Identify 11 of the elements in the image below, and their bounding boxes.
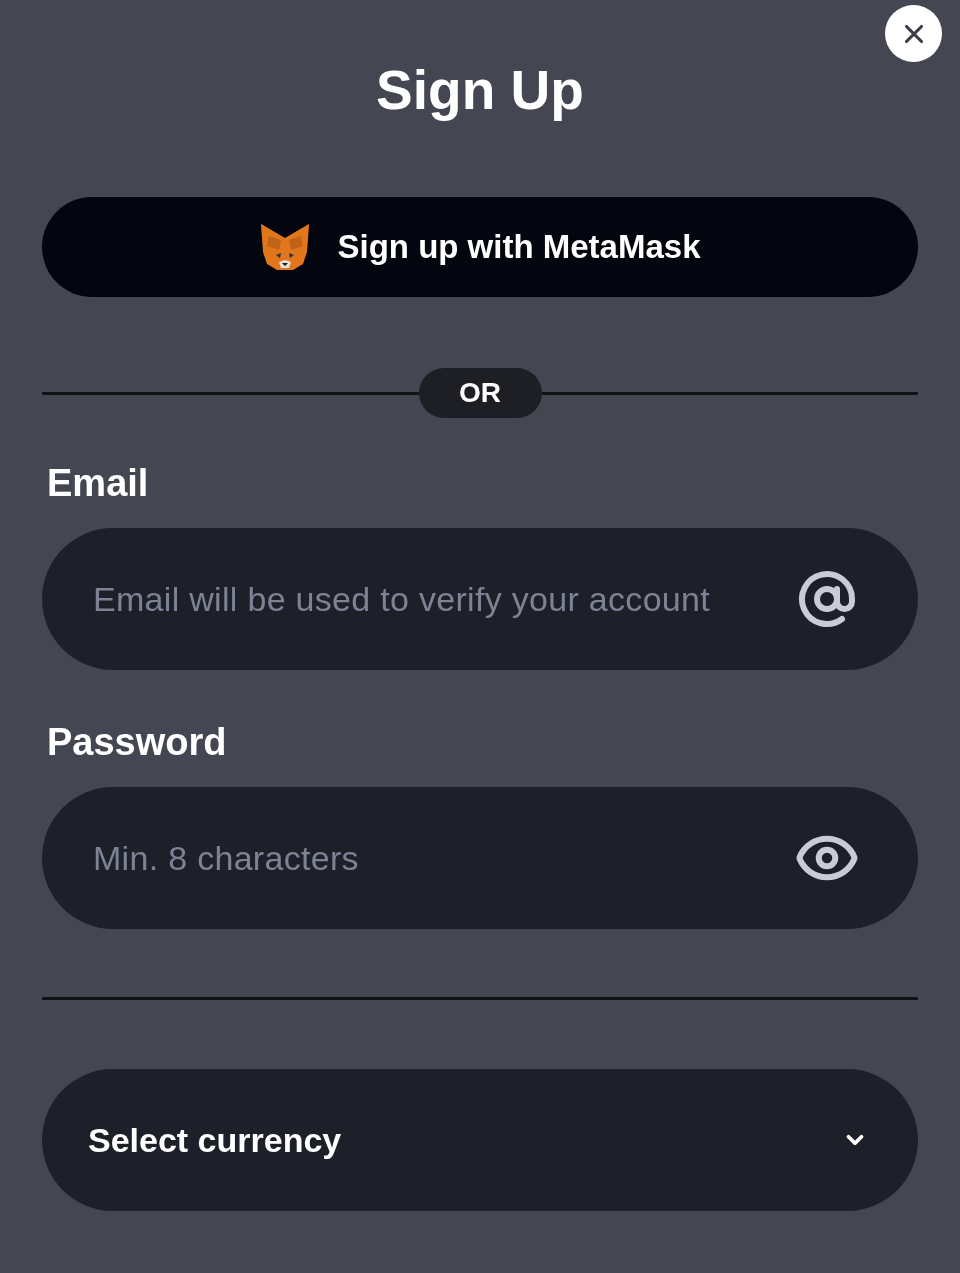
email-field[interactable]: Email will be used to verify your account	[42, 528, 918, 670]
dialog-title: Sign Up	[376, 58, 584, 122]
currency-select[interactable]: Select currency	[42, 1069, 918, 1211]
at-sign-icon	[797, 569, 857, 629]
password-field[interactable]: Min. 8 characters	[42, 787, 918, 929]
field-label: Password	[47, 720, 227, 764]
or-separator: OR	[418, 368, 542, 418]
fox-icon	[259, 222, 312, 272]
field-label: Email	[47, 461, 149, 505]
metamask-signup-button[interactable]: Sign up with MetaMask	[42, 197, 918, 297]
close-button[interactable]	[885, 5, 942, 62]
